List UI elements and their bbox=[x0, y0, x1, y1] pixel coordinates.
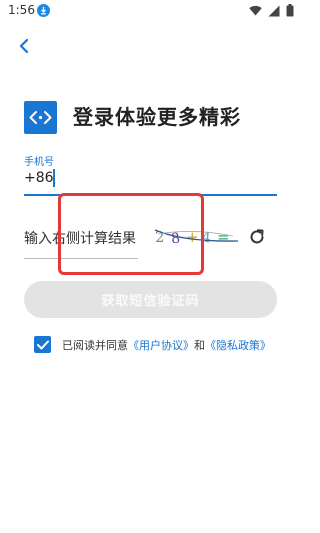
signal-icon bbox=[268, 5, 280, 16]
privacy-policy-link[interactable]: 《隐私政策》 bbox=[205, 339, 271, 352]
captcha-input[interactable]: 输入右侧计算结果 bbox=[24, 228, 136, 248]
text-cursor bbox=[53, 169, 55, 187]
back-button[interactable] bbox=[12, 34, 36, 58]
captcha-char-2: 8 bbox=[170, 230, 181, 247]
refresh-captcha-button[interactable] bbox=[247, 227, 267, 247]
captcha-char-3: + bbox=[186, 228, 199, 246]
country-code-prefix[interactable]: +86 bbox=[24, 170, 54, 186]
agreement-and: 和 bbox=[194, 339, 205, 352]
app-logo bbox=[24, 101, 57, 134]
page-headline: 登录体验更多精彩 bbox=[73, 105, 241, 129]
download-badge-icon bbox=[37, 4, 50, 17]
captcha-char-5: = bbox=[217, 228, 230, 246]
refresh-icon bbox=[250, 229, 264, 244]
checkmark-icon bbox=[36, 340, 49, 349]
agreement-prefix: 已阅读并同意 bbox=[62, 339, 128, 352]
status-bar: 1:56 bbox=[0, 0, 300, 22]
user-agreement-link[interactable]: 《用户协议》 bbox=[128, 339, 194, 352]
status-time: 1:56 bbox=[8, 3, 35, 17]
agreement-text: 已阅读并同意《用户协议》和《隐私政策》 bbox=[62, 337, 271, 353]
system-icons bbox=[249, 4, 294, 17]
battery-icon bbox=[286, 4, 294, 17]
captcha-field-underline bbox=[24, 258, 138, 259]
phone-field-label: 手机号 bbox=[24, 157, 54, 168]
chevron-left-icon bbox=[19, 38, 29, 54]
get-sms-code-button[interactable]: 获取短信验证码 bbox=[24, 281, 277, 318]
captcha-image[interactable]: 2 8 + 4 = bbox=[153, 224, 243, 248]
agreement-checkbox[interactable] bbox=[34, 336, 51, 353]
code-brackets-logo-icon bbox=[29, 111, 52, 124]
wifi-icon bbox=[249, 5, 262, 16]
phone-input[interactable] bbox=[60, 166, 272, 190]
phone-field-underline bbox=[24, 194, 277, 196]
